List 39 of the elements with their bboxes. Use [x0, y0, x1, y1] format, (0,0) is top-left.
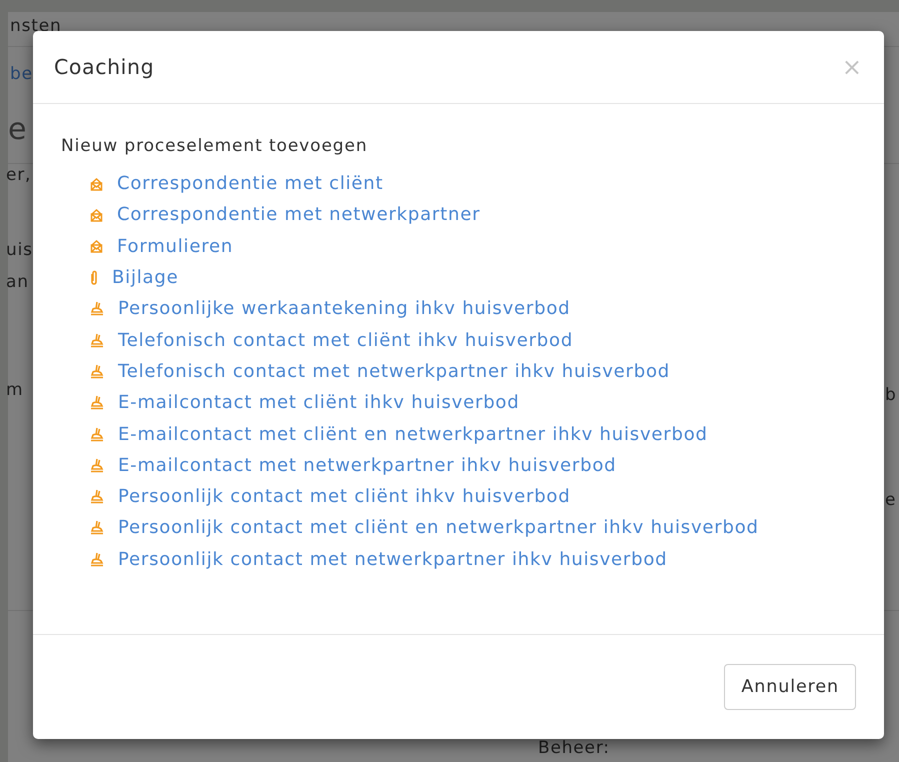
- page-text: m: [6, 380, 24, 400]
- process-element-link[interactable]: E-mailcontact met cliënt ihkv huisverbod: [118, 392, 520, 414]
- envelope-icon: [90, 239, 103, 254]
- paperclip-icon: [90, 270, 98, 286]
- page-text: b: [885, 385, 897, 405]
- cancel-button[interactable]: Annuleren: [724, 664, 856, 710]
- hand-writing-icon: [90, 364, 104, 379]
- link[interactable]: be: [10, 64, 33, 84]
- page-text: e: [8, 113, 28, 147]
- process-element-link[interactable]: Correspondentie met cliënt: [117, 173, 384, 194]
- process-element-link[interactable]: Persoonlijk contact met cliënt en netwerkpartner ihkv huisverbod: [118, 517, 759, 538]
- process-element-link[interactable]: Telefonisch contact met netwerkpartner ihkv huisverbod: [118, 360, 670, 382]
- page-text: e: [885, 490, 896, 510]
- section-heading: Nieuw proceselement toevoegen: [61, 136, 369, 156]
- page-text: nsten: [10, 16, 62, 36]
- process-element-link[interactable]: Formulieren: [117, 236, 234, 257]
- hand-writing-icon: [90, 520, 104, 536]
- page-text: Beheer:: [538, 738, 610, 758]
- hand-writing-icon: [90, 395, 104, 410]
- dialog-title: Coaching: [54, 55, 154, 79]
- process-element-link[interactable]: Persoonlijk contact met netwerkpartner ihkv huisverbod: [118, 548, 668, 570]
- process-element-link[interactable]: E-mailcontact met cliënt en netwerkpartner ihkv huisverbod: [118, 424, 708, 445]
- process-element-link[interactable]: Persoonlijk contact met cliënt ihkv huisverbod: [118, 486, 570, 508]
- hand-writing-icon: [90, 552, 104, 567]
- process-element-link[interactable]: Telefonisch contact met cliënt ihkv huisverbod: [118, 330, 574, 351]
- page-text: er,: [6, 165, 32, 185]
- hand-writing-icon: [90, 426, 104, 442]
- hand-writing-icon: [90, 458, 104, 473]
- envelope-icon: [90, 176, 103, 191]
- process-element-link[interactable]: Persoonlijke werkaantekening ihkv huisverbod: [118, 298, 570, 320]
- hand-writing-icon: [90, 332, 104, 348]
- page-text: uis: [6, 240, 33, 260]
- process-element-link[interactable]: E-mailcontact met netwerkpartner ihkv huisverbod: [118, 454, 616, 476]
- hand-writing-icon: [90, 301, 104, 316]
- hand-writing-icon: [90, 489, 104, 504]
- process-element-link[interactable]: Correspondentie met netwerkpartner: [117, 204, 480, 226]
- page-text: an: [6, 272, 29, 292]
- process-element-link[interactable]: Bijlage: [112, 267, 178, 288]
- envelope-icon: [90, 208, 103, 222]
